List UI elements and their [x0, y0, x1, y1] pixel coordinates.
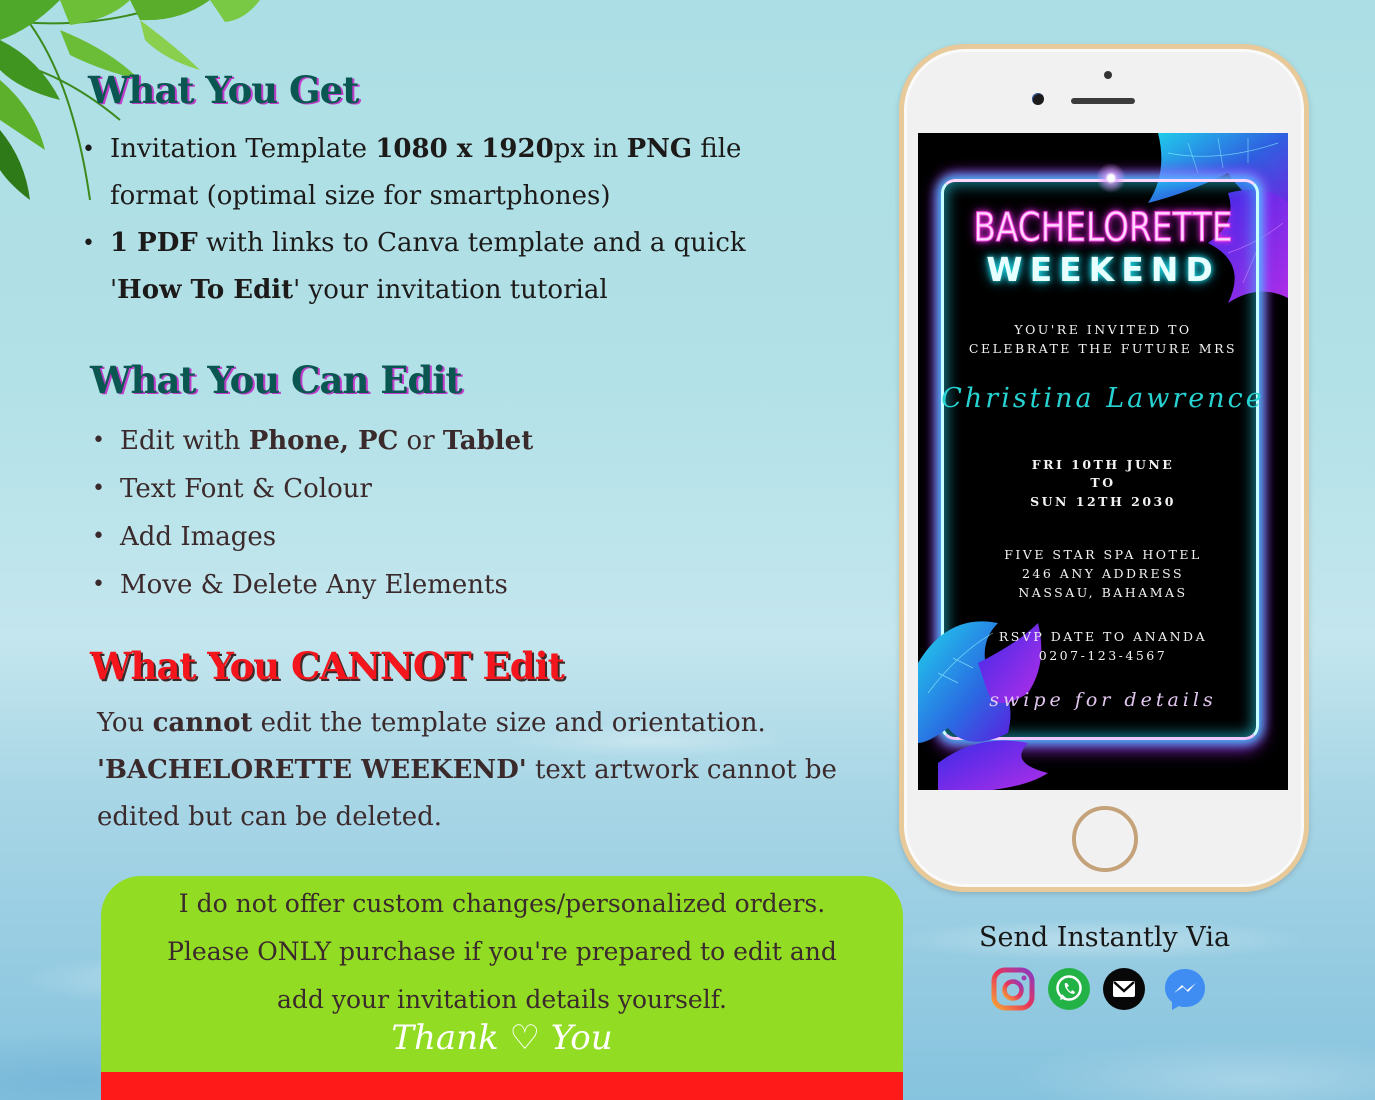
notice-text: I do not offer custom changes/personaliz… [101, 880, 903, 1024]
proximity-sensor [1104, 71, 1112, 79]
swipe-for-details: swipe for details [989, 689, 1217, 711]
cannot-edit-line: edited but can be deleted. [97, 802, 443, 832]
thank-you-script: Thank ♡ You [391, 1018, 613, 1058]
list-item: Text Font & Colour [92, 465, 612, 513]
what-you-cannot-edit-heading: What You CANNOT Edit [90, 644, 565, 688]
share-icons [991, 967, 1221, 1015]
whatsapp-icon [1048, 968, 1090, 1010]
invite-line: CELEBRATE THE FUTURE MRS [968, 341, 1238, 356]
venue-line: NASSAU, BAHAMAS [1018, 585, 1188, 600]
list-item: Invitation Template 1080 x 1920px in PNG… [82, 126, 762, 220]
date-line: SUN 12TH 2030 [1030, 494, 1176, 509]
what-you-can-edit-list: Edit with Phone, PC or Tablet Text Font … [92, 417, 612, 609]
front-camera [1032, 93, 1044, 105]
title-weekend: WEEKEND [986, 250, 1220, 289]
invite-line: YOU'RE INVITED TO [1014, 322, 1192, 337]
what-you-get-heading: What You Get [88, 68, 359, 112]
send-instantly-label: Send Instantly Via [979, 922, 1231, 953]
red-footer-bar [101, 1072, 903, 1100]
what-you-can-edit-heading: What You Can Edit [90, 358, 462, 402]
cannot-edit-description: You cannot edit the template size and or… [97, 700, 837, 841]
cannot-edit-line: You cannot edit the template size and or… [97, 708, 766, 738]
earpiece-speaker [1071, 98, 1135, 104]
notice-line: Please ONLY purchase if you're prepared … [167, 937, 837, 966]
home-button [1072, 806, 1138, 872]
rsvp-line: 0207-123-4567 [1038, 648, 1168, 663]
phone-mockup: BACHELORETTE WEEKEND YOU'RE INVITED TO C… [899, 44, 1309, 892]
rsvp-line: RSVP DATE TO ANANDA [998, 629, 1208, 644]
bride-name: Christina Lawrence [941, 383, 1265, 414]
cannot-edit-line: 'BACHELORETTE WEEKEND' text artwork cann… [97, 755, 837, 785]
title-bachelorette: BACHELORETTE [973, 205, 1233, 252]
notice-line: I do not offer custom changes/personaliz… [178, 889, 826, 918]
venue-line: 246 ANY ADDRESS [1021, 566, 1185, 581]
invitation-preview-screen: BACHELORETTE WEEKEND YOU'RE INVITED TO C… [918, 133, 1288, 790]
what-you-get-list: Invitation Template 1080 x 1920px in PNG… [82, 126, 762, 314]
notice-line: add your invitation details yourself. [276, 985, 727, 1014]
list-item: 1 PDF with links to Canva template and a… [82, 220, 762, 314]
instagram-icon [991, 967, 1035, 1011]
notice-box: I do not offer custom changes/personaliz… [101, 876, 903, 1100]
list-item: Edit with Phone, PC or Tablet [92, 417, 612, 465]
email-icon [1103, 968, 1145, 1010]
messenger-icon [1165, 969, 1205, 1010]
list-item: Add Images [92, 513, 612, 561]
date-line: FRI 10TH JUNE [1031, 457, 1175, 472]
date-line: TO [1090, 475, 1116, 490]
list-item: Move & Delete Any Elements [92, 561, 612, 609]
sparkle-decoration [1096, 163, 1126, 193]
venue-line: FIVE STAR SPA HOTEL [1004, 547, 1202, 562]
